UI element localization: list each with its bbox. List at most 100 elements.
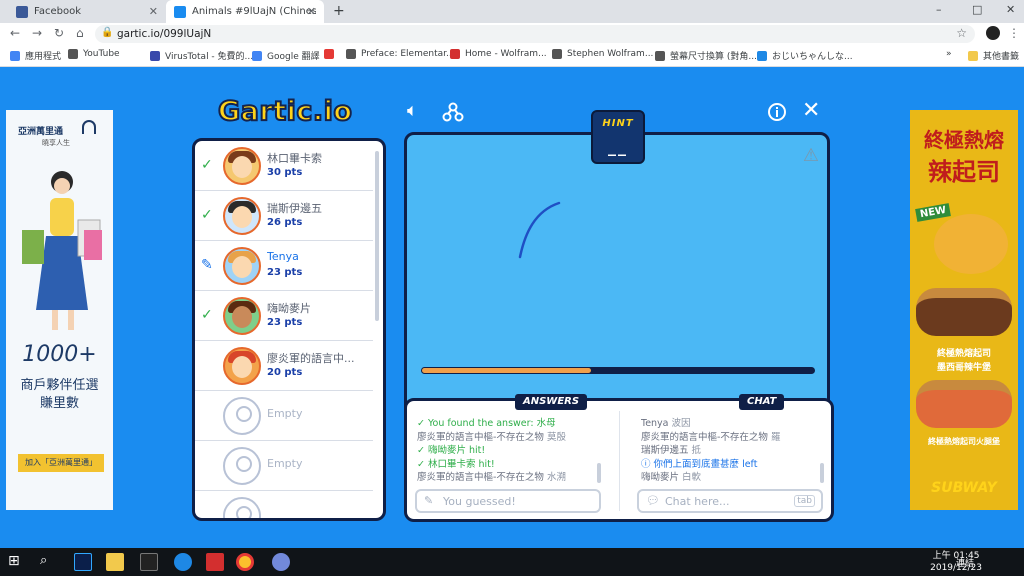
bookmark-label: Google 翻譯 [267, 52, 320, 62]
game-page: 亞洲萬里通 曉享人生 1000+ 商戶夥伴任選 賺里數 加入「亞洲萬里通」 終極… [0, 68, 1024, 548]
checkmark-icon: ✓ [201, 157, 213, 173]
answer-text: You found the answer: 水母 [427, 418, 556, 429]
player-row[interactable]: ✓ 林口畢卡索 30 pts [195, 141, 373, 191]
translate-icon [252, 50, 262, 61]
player-name: Tenya [267, 250, 299, 263]
chat-scrollbar[interactable] [820, 463, 824, 483]
ad-sub-1: 終極熱熔起司 [936, 349, 991, 359]
more-bookmarks-label: » [946, 49, 952, 59]
reload-icon[interactable]: ↻ [54, 26, 64, 40]
lock-icon: 🔒 [101, 27, 114, 38]
gear-app-icon[interactable] [206, 553, 224, 571]
left-advertisement[interactable]: 亞洲萬里通 曉享人生 1000+ 商戶夥伴任選 賺里數 加入「亞洲萬里通」 [6, 110, 113, 510]
tab-gartic[interactable]: Animals #9lUajN (Chinese (Taiwan)) ✕ [166, 0, 324, 23]
player-name: 嗨呦麥片 [267, 302, 311, 315]
other-bookmarks-folder[interactable]: 其他書籤 [968, 49, 1019, 62]
profile-avatar[interactable] [986, 26, 1000, 40]
search-icon[interactable]: ⌕ [40, 553, 58, 571]
hint-box[interactable]: HINT __ [591, 110, 645, 164]
share-icon[interactable] [442, 102, 464, 122]
minimize-button[interactable]: – [936, 3, 942, 16]
player-points: 23 pts [267, 317, 303, 328]
player-row[interactable]: ✓ 瑞斯伊邊五 26 pts [195, 191, 373, 241]
answers-scrollbar[interactable] [597, 463, 601, 483]
close-icon[interactable]: ✕ [307, 5, 316, 18]
ad-tagline: 曉享人生 [42, 139, 70, 147]
tab-facebook[interactable]: Facebook ✕ [8, 0, 166, 23]
player-row[interactable]: ✓ 嗨呦麥片 23 pts [195, 291, 373, 341]
bookmark-google-translate[interactable]: Google 翻譯 [252, 49, 320, 62]
url-input[interactable]: 🔒 gartic.io/099lUajN ☆ [95, 25, 975, 43]
answer-message: 廖炎軍的語言中樞-不存在之物 水溯 [417, 471, 607, 485]
bookmark-red[interactable] [324, 49, 339, 59]
right-advertisement[interactable]: 終極熱熔 辣起司 NEW 終極熱熔起司 墨西哥辣牛堡 終極熱熔起司火腿堡 SUB… [910, 110, 1018, 510]
speaker-icon[interactable]: 🔈︎ [407, 100, 418, 121]
player-points: 20 pts [267, 367, 303, 378]
windows-start-icon[interactable]: ⊞ [8, 553, 26, 571]
menu-kebab-icon[interactable]: ⋮ [1008, 26, 1020, 40]
close-icon[interactable]: ✕ [149, 5, 158, 18]
empty-slot: Empty [195, 391, 373, 441]
bookmark-youtube[interactable]: YouTube [68, 49, 120, 59]
players-scrollbar[interactable] [375, 151, 379, 321]
back-arrow-icon[interactable]: ← [10, 26, 20, 40]
chat-label: CHAT [739, 394, 785, 410]
clock-date: 2019/12/23 [930, 563, 982, 573]
new-tab-button[interactable]: + [333, 3, 345, 19]
exit-close-icon[interactable]: ✕ [802, 98, 820, 123]
player-row[interactable]: 廖炎軍的語言中... 20 pts [195, 341, 373, 391]
speech-bubble-icon: 💬︎ [646, 494, 660, 507]
globe-icon [552, 49, 562, 59]
bookmark-label: YouTube [83, 49, 120, 59]
file-explorer-icon[interactable] [106, 553, 124, 571]
globe-icon [346, 49, 356, 59]
bookmark-pixiv[interactable]: おじいちゃんしな... [757, 49, 853, 62]
home-icon[interactable]: ⌂ [76, 26, 84, 40]
internet-explorer-icon[interactable] [174, 553, 192, 571]
answer-placeholder: You guessed! [443, 495, 516, 508]
chat-user: 廖炎軍的語言中樞-不存在之物 [641, 431, 768, 443]
bookmark-screen-size[interactable]: 螢幕尺寸換算 (對角... [655, 49, 757, 62]
timer-bar [421, 367, 815, 374]
more-bookmarks-button[interactable]: » [946, 49, 952, 59]
chat-user: 嗨呦麥片 [641, 472, 680, 483]
bookmark-virustotal[interactable]: VirusTotal - 免費的... [150, 49, 253, 62]
bookmark-apps[interactable]: 應用程式 [10, 49, 61, 62]
terminal-icon[interactable] [140, 553, 158, 571]
forward-arrow-icon[interactable]: → [32, 26, 42, 40]
avatar [223, 247, 261, 285]
info-icon[interactable] [767, 102, 787, 122]
folder-icon [968, 50, 978, 61]
sandwich-illustration [916, 380, 1012, 428]
bookmark-stephen-wolfram[interactable]: Stephen Wolfram... [552, 49, 653, 59]
empty-slot [195, 491, 373, 518]
chat-text: 白軟 [682, 472, 702, 483]
ad-brand: 亞洲萬里通 [18, 127, 64, 137]
window-close-button[interactable]: ✕ [1006, 3, 1015, 16]
chrome-icon[interactable] [236, 553, 254, 571]
url-text: gartic.io/099lUajN [117, 28, 212, 40]
maximize-button[interactable]: □ [972, 3, 982, 16]
photoshop-icon[interactable] [74, 553, 92, 571]
virustotal-icon [150, 50, 160, 61]
bookmark-wolfram-home[interactable]: Home - Wolfram... [450, 49, 547, 59]
ad-cta-button[interactable]: 加入「亞洲萬里通」 [18, 454, 104, 472]
player-row[interactable]: ✎ Tenya 23 pts [195, 241, 373, 291]
discord-icon[interactable] [272, 553, 290, 571]
bookmarks-bar: 應用程式 YouTube VirusTotal - 免費的... Google … [0, 45, 1024, 67]
bookmark-preface[interactable]: Preface: Elementar... [346, 49, 455, 59]
avatar [223, 197, 261, 235]
chat-message: 嗨呦麥片 白軟 [641, 471, 831, 485]
pencil-icon: ✎ [424, 494, 434, 507]
pencil-icon: ✎ [201, 257, 213, 273]
bookmark-star-icon[interactable]: ☆ [956, 26, 967, 40]
answer-input[interactable]: ✎ You guessed! [415, 489, 601, 513]
info-icon: ⓘ [641, 458, 651, 470]
windows-taskbar: ⊞ ⌕ 連結 上午 01:45 2019/12/23 [0, 548, 1024, 576]
report-warning-icon[interactable]: ⚠ [803, 145, 819, 166]
answers-chat-panel: ✓ You found the answer: 水母 廖炎軍的語言中樞-不存在之… [404, 398, 834, 522]
player-points: 26 pts [267, 217, 303, 228]
chat-input[interactable]: 💬︎ Chat here... tab [637, 489, 823, 513]
empty-slot: Empty [195, 441, 373, 491]
taskbar-clock[interactable]: 上午 01:45 2019/12/23 [930, 550, 982, 574]
